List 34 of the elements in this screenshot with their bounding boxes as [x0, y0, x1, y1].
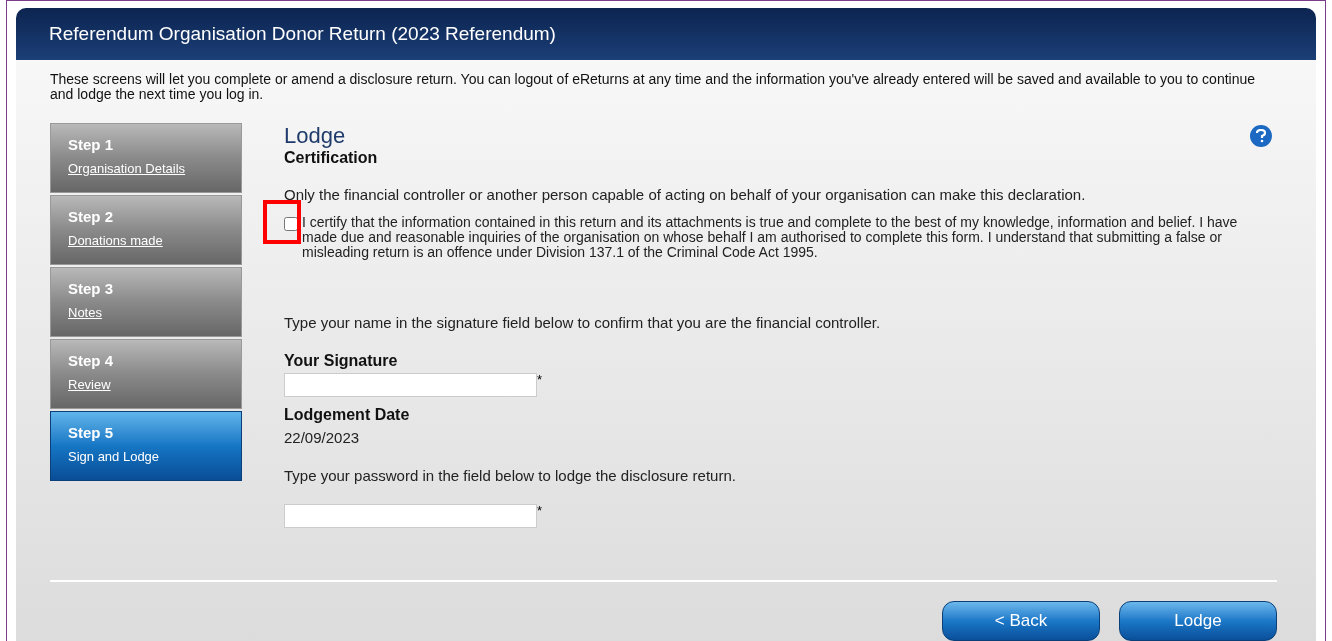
step-link[interactable]: Donations made	[68, 230, 163, 250]
required-mark: *	[537, 504, 543, 518]
help-icon[interactable]	[1250, 125, 1272, 147]
step-label: Step 3	[68, 279, 113, 299]
certify-checkbox[interactable]	[284, 216, 298, 231]
step-link[interactable]: Sign and Lodge	[68, 446, 160, 466]
step-label: Step 1	[68, 135, 113, 155]
step-tab[interactable]: Step 1 Organisation Details	[50, 123, 242, 193]
step-tab[interactable]: Step 2 Donations made	[50, 195, 242, 265]
step-tab[interactable]: Step 3 Notes	[50, 267, 242, 337]
page-heading: Lodge	[284, 123, 346, 149]
nav-button[interactable]: Lodge	[1119, 601, 1277, 641]
step-link[interactable]: Review	[68, 374, 111, 394]
required-mark: *	[537, 373, 543, 387]
lodgement-date-value: 22/09/2023	[284, 428, 361, 448]
signature-label: Your Signature	[284, 351, 399, 371]
certification-text: I certify that the information contained in this return and its attachments is true and complete to the best of my knowledge, information and belief. I have made due and reasonable inquiries of the organisation on whose behalf I am authorised to complete this form. I understand that submitting a false or misleading return is an offence under Division 137.1 of the Criminal Code Act 1995.	[302, 214, 1239, 260]
password-instruction: Type your password in the field below to lodge the disclosure return.	[284, 465, 737, 486]
password-field[interactable]	[284, 504, 537, 528]
step-tab[interactable]: Step 5 Sign and Lodge	[50, 411, 242, 481]
step-link[interactable]: Organisation Details	[68, 158, 186, 178]
lodgement-date-label: Lodgement Date	[284, 405, 411, 425]
step-label: Step 5	[68, 423, 113, 443]
step-tab[interactable]: Step 4 Review	[50, 339, 242, 409]
declaration-note: Only the financial controller or another person capable of acting on behalf of your organisation can make this declaration.	[284, 185, 1087, 205]
signature-instruction: Type your name in the signature field below to confirm that you are the financial controller.	[284, 312, 882, 333]
intro-text: These screens will let you complete or amend a disclosure return. You can logout of eReturns at any time and the information you've already entered will be saved and available to you to continue and lodge the next time you log in.	[50, 72, 1257, 102]
section-heading: Certification	[284, 149, 379, 167]
nav-button[interactable]: < Back	[942, 601, 1100, 641]
step-label: Step 2	[68, 207, 113, 227]
step-link[interactable]: Notes	[68, 302, 102, 322]
window-title: Referendum Organisation Donor Return (2023 Referendum)	[16, 8, 1316, 60]
step-label: Step 4	[68, 351, 113, 371]
signature-field[interactable]	[284, 373, 537, 397]
